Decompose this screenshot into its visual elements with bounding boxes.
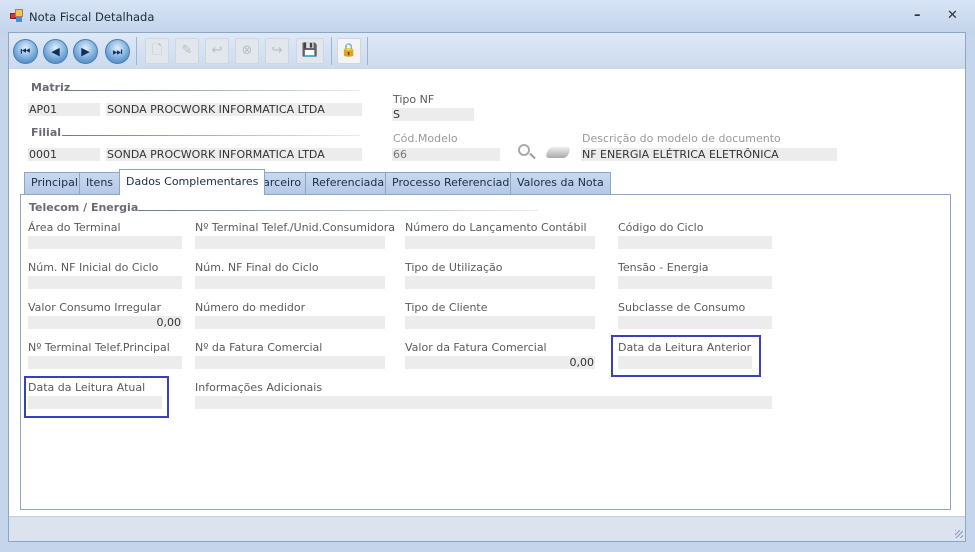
terminal-telef-unid-consumidora-label: Nº Terminal Telef./Unid.Consumidora (195, 221, 395, 234)
divider (62, 135, 360, 136)
data-leitura-atual-label: Data da Leitura Atual (28, 381, 146, 394)
informacoes-adicionais-field[interactable] (195, 396, 772, 409)
valor-consumo-irregular-field[interactable]: 0,00 (28, 316, 182, 329)
terminal-telef-principal-field[interactable] (28, 356, 182, 369)
data-leitura-anterior-field[interactable] (618, 356, 752, 369)
valor-fatura-comercial-label: Valor da Fatura Comercial (405, 341, 547, 354)
descricao-modelo-field: NF ENERGIA ELÉTRICA ELETRÔNICA (581, 148, 837, 161)
codigo-do-ciclo-label: Código do Ciclo (618, 221, 704, 234)
window-title: Nota Fiscal Detalhada (29, 10, 155, 24)
matriz-group-label: Matriz (31, 81, 71, 94)
toolbar-separator (331, 37, 332, 65)
area-do-terminal-field[interactable] (28, 236, 182, 249)
tipo-de-utilizacao-field[interactable] (405, 276, 595, 289)
tab-dados-complementares[interactable]: Dados Complementares (119, 169, 266, 195)
edit-button[interactable]: ✎ (175, 38, 199, 64)
tab-processo-referenciado[interactable]: Processo Referenciado (385, 172, 524, 194)
numero-fatura-comercial-field[interactable] (195, 356, 385, 369)
descricao-modelo-label: Descrição do modelo de documento (582, 132, 781, 145)
matriz-code-field: AP01 (28, 103, 100, 116)
last-record-button[interactable]: ⏭ (105, 39, 130, 64)
filial-group-label: Filial (31, 126, 62, 139)
tab-valores-da-nota[interactable]: Valores da Nota (510, 172, 611, 194)
divider (70, 90, 360, 91)
minimize-button[interactable]: – (914, 8, 921, 23)
subclasse-de-consumo-field[interactable] (618, 316, 772, 329)
terminal-telef-principal-label: Nº Terminal Telef.Principal (28, 341, 170, 354)
cod-modelo-field: 66 (392, 148, 500, 161)
data-leitura-anterior-label: Data da Leitura Anterior (618, 341, 752, 354)
area-do-terminal-label: Área do Terminal (28, 221, 121, 234)
save-button[interactable]: 💾 (296, 38, 324, 64)
status-strip (9, 516, 965, 541)
num-nf-final-ciclo-field[interactable] (195, 276, 385, 289)
numero-lancamento-contabil-label: Número do Lançamento Contábil (405, 221, 587, 234)
tensao-energia-field[interactable] (618, 276, 772, 289)
close-button[interactable]: ✕ (947, 8, 958, 23)
terminal-telef-unid-consumidora-field[interactable] (195, 236, 385, 249)
tipo-nf-field: S (392, 108, 474, 121)
num-nf-inicial-ciclo-label: Núm. NF Inicial do Ciclo (28, 261, 159, 274)
previous-record-button[interactable]: ◀ (43, 39, 68, 64)
telecom-group-label: Telecom / Energia (29, 201, 139, 214)
tipo-de-cliente-label: Tipo de Cliente (405, 301, 488, 314)
matriz-name-field: SONDA PROCWORK INFORMATICA LTDA (106, 103, 362, 116)
data-leitura-atual-field[interactable] (28, 396, 162, 409)
tab-principal[interactable]: Principal (24, 172, 85, 194)
cod-modelo-label: Cód.Modelo (393, 132, 458, 145)
new-button[interactable]: 🗋 (145, 38, 169, 64)
size-grip-icon[interactable] (955, 530, 963, 538)
toolbar-separator (367, 37, 368, 65)
codigo-do-ciclo-field[interactable] (618, 236, 772, 249)
tab-referenciada[interactable]: Referenciada (305, 172, 392, 194)
first-record-button[interactable]: ⏮ (13, 39, 38, 64)
num-nf-inicial-ciclo-field[interactable] (28, 276, 182, 289)
tab-itens[interactable]: Itens (79, 172, 121, 194)
subclasse-de-consumo-label: Subclasse de Consumo (618, 301, 746, 314)
tipo-nf-label: Tipo NF (393, 93, 435, 106)
delete-button[interactable]: ⊗ (235, 38, 259, 64)
toolbar: ⏮ ◀ ▶ ⏭ 🗋 ✎ ↩ ⊗ ↪ 💾 🔒 (9, 33, 965, 69)
undo-button[interactable]: ↩ (205, 38, 229, 64)
numero-do-medidor-label: Número do medidor (195, 301, 306, 314)
lock-button[interactable]: 🔒 (337, 38, 361, 64)
tipo-de-utilizacao-label: Tipo de Utilização (405, 261, 503, 274)
search-icon[interactable] (518, 144, 530, 156)
numero-lancamento-contabil-field[interactable] (405, 236, 595, 249)
valor-fatura-comercial-field[interactable]: 0,00 (405, 356, 595, 369)
filial-name-field: SONDA PROCWORK INFORMATICA LTDA (106, 148, 362, 161)
next-record-button[interactable]: ▶ (73, 39, 98, 64)
valor-consumo-irregular-label: Valor Consumo Irregular (28, 301, 162, 314)
num-nf-final-ciclo-label: Núm. NF Final do Ciclo (195, 261, 319, 274)
title-bar: Nota Fiscal Detalhada – ✕ (0, 0, 975, 34)
numero-fatura-comercial-label: Nº da Fatura Comercial (195, 341, 323, 354)
toolbar-separator (136, 37, 137, 65)
informacoes-adicionais-label: Informações Adicionais (195, 381, 323, 394)
filial-code-field: 0001 (28, 148, 100, 161)
redo-button[interactable]: ↪ (265, 38, 289, 64)
app-icon (10, 9, 24, 23)
tensao-energia-label: Tensão - Energia (618, 261, 709, 274)
tipo-de-cliente-field[interactable] (405, 316, 595, 329)
divider (138, 210, 538, 211)
numero-do-medidor-field[interactable] (195, 316, 385, 329)
